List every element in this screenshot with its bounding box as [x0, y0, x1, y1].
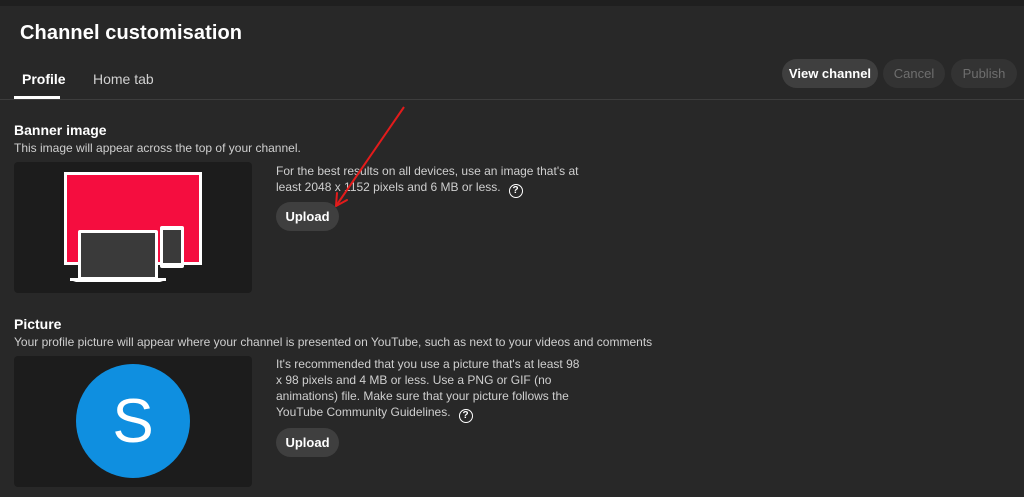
picture-preview: S: [14, 356, 252, 487]
picture-info-line-3: animations) file. Make sure that your pi…: [276, 389, 569, 403]
page-title: Channel customisation: [20, 22, 243, 44]
banner-help-icon[interactable]: ?: [508, 184, 523, 198]
picture-info-line-1: It's recommended that you use a picture …: [276, 357, 580, 371]
publish-button[interactable]: Publish: [951, 59, 1017, 88]
banner-info-line-2-row: least 2048 x 1152 pixels and 6 MB or les…: [276, 179, 578, 198]
avatar: S: [76, 364, 190, 478]
picture-info-line-4: YouTube Community Guidelines.: [276, 405, 451, 419]
picture-section-description: Your profile picture will appear where y…: [14, 335, 653, 349]
picture-info-line-4-row: YouTube Community Guidelines.?: [276, 404, 579, 423]
picture-info-line-2: x 98 pixels and 4 MB or less. Use a PNG …: [276, 373, 552, 387]
picture-info-text: It's recommended that you use a picture …: [276, 356, 579, 423]
picture-section-title: Picture: [14, 316, 62, 332]
top-divider: [0, 0, 1024, 6]
picture-upload-button[interactable]: Upload: [276, 428, 339, 457]
channel-customisation-page: Channel customisation Profile Home tab V…: [0, 0, 1024, 497]
banner-info-line-1: For the best results on all devices, use…: [276, 164, 579, 178]
tab-profile[interactable]: Profile: [22, 71, 66, 87]
cancel-button[interactable]: Cancel: [883, 59, 945, 88]
tab-home-tab[interactable]: Home tab: [93, 71, 154, 87]
tabs-divider: [0, 99, 1024, 100]
devices-illustration-icon: [64, 172, 202, 282]
picture-help-icon[interactable]: ?: [458, 409, 473, 423]
banner-info-line-2: least 2048 x 1152 pixels and 6 MB or les…: [276, 180, 501, 194]
banner-upload-button[interactable]: Upload: [276, 202, 339, 231]
banner-section-title: Banner image: [14, 122, 107, 138]
banner-info-text: For the best results on all devices, use…: [276, 163, 578, 198]
banner-preview: [14, 162, 252, 293]
banner-section-description: This image will appear across the top of…: [14, 141, 301, 155]
view-channel-button[interactable]: View channel: [782, 59, 878, 88]
